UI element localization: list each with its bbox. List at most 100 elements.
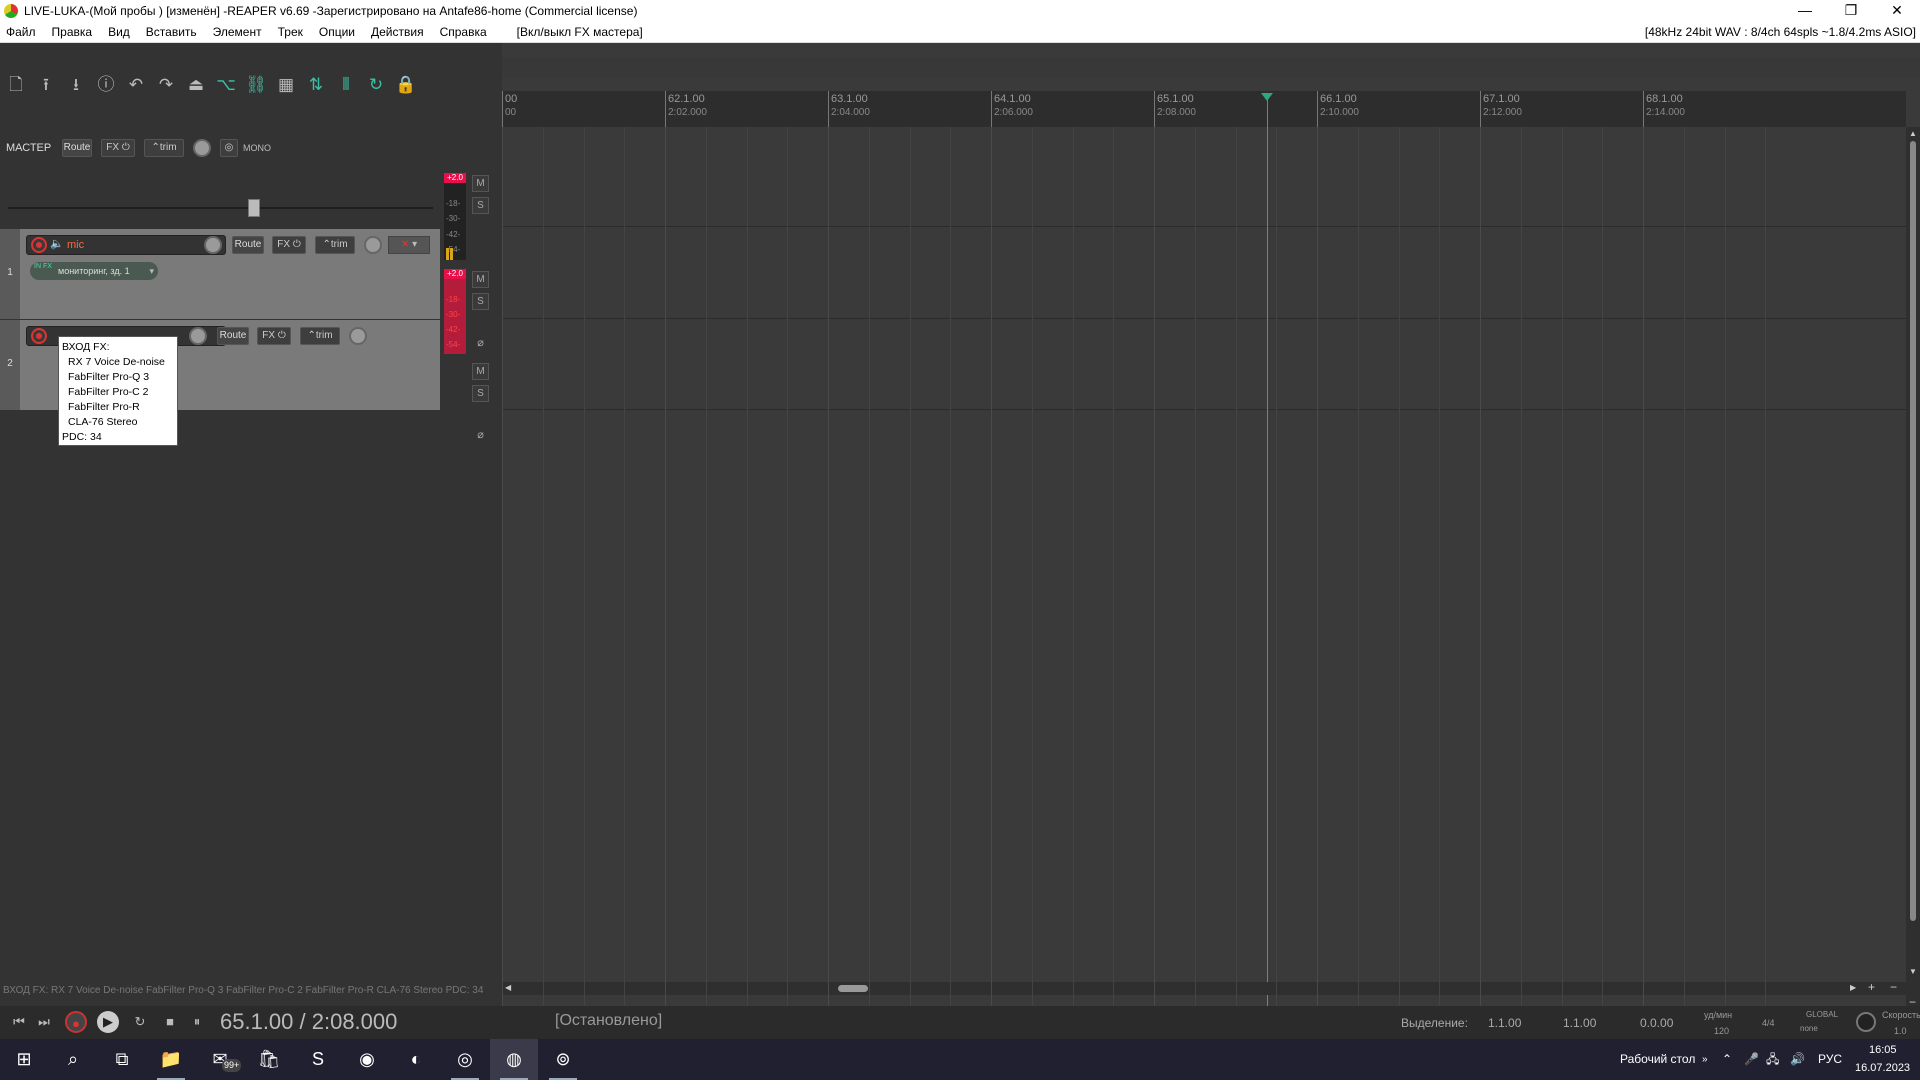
track-2-mute-button[interactable]: M: [472, 363, 489, 380]
playrate-knob[interactable]: [1856, 1012, 1876, 1032]
menu-help[interactable]: Справка: [432, 25, 495, 39]
master-solo-button[interactable]: S: [472, 197, 489, 214]
bpm-value[interactable]: 120: [1714, 1026, 1729, 1036]
item-grouping-icon[interactable]: ⛓: [244, 73, 268, 97]
store-icon[interactable]: 🛍: [245, 1039, 293, 1080]
skype-icon[interactable]: S: [294, 1039, 342, 1080]
desktop-toolbar-label[interactable]: Рабочий стол: [1620, 1039, 1695, 1080]
play-button[interactable]: ▶: [97, 1011, 119, 1033]
phase-invert-icon[interactable]: ⌀: [474, 337, 487, 350]
track-pan-knob[interactable]: [349, 327, 367, 345]
track-trim-button[interactable]: ⌃trim: [315, 236, 355, 254]
new-project-icon[interactable]: 🗋: [4, 73, 28, 97]
microphone-icon[interactable]: 🎤: [1744, 1039, 1759, 1080]
tray-expand-icon[interactable]: ⌃: [1722, 1039, 1732, 1080]
track-1-peak-readout[interactable]: +2.0: [444, 269, 466, 279]
track-1-solo-button[interactable]: S: [472, 293, 489, 310]
edit-cursor[interactable]: [1261, 93, 1273, 1008]
track-lanes[interactable]: [502, 127, 1906, 1007]
scroll-right-icon[interactable]: ▶: [1850, 983, 1856, 992]
chrome-icon[interactable]: ◎: [441, 1039, 489, 1080]
edge-icon[interactable]: ◐: [392, 1039, 440, 1080]
scroll-down-icon[interactable]: ▼: [1909, 967, 1917, 976]
horizontal-scroll-thumb[interactable]: [838, 985, 868, 992]
network-icon[interactable]: 🖧: [1766, 1039, 1779, 1080]
master-track[interactable]: МАСТЕР Route FX ⏻ ⌃trim ◎ MONO +2.0 -18-…: [0, 127, 502, 260]
master-meter[interactable]: +2.0 -18- -30- -42- -54-: [444, 173, 466, 260]
grid-icon[interactable]: ▦: [274, 73, 298, 97]
project-info-icon[interactable]: ⓘ: [94, 73, 118, 97]
scroll-left-icon[interactable]: ◀: [505, 983, 511, 992]
track-volume-knob[interactable]: [189, 327, 207, 345]
master-fx-button[interactable]: FX ⏻: [101, 139, 135, 157]
track-trim-button[interactable]: ⌃trim: [300, 327, 340, 345]
clock-time[interactable]: 16:05: [1869, 1041, 1897, 1059]
open-project-icon[interactable]: ⭱: [34, 73, 58, 97]
input-fx-chip[interactable]: IN FX мониторинг, зд. 1 ▾: [30, 262, 158, 280]
minimize-button[interactable]: —: [1782, 0, 1828, 22]
master-mono-toggle[interactable]: ◎: [220, 139, 238, 157]
menu-edit[interactable]: Правка: [44, 25, 101, 39]
track-number[interactable]: 1: [0, 229, 20, 319]
selection-start[interactable]: 1.1.00: [1488, 1016, 1521, 1030]
master-mute-button[interactable]: M: [472, 175, 489, 192]
playrate-value[interactable]: 1.0: [1894, 1026, 1907, 1036]
menu-item[interactable]: Элемент: [205, 25, 270, 39]
master-volume-fader[interactable]: [8, 199, 433, 217]
track-route-button[interactable]: Route: [217, 327, 249, 345]
speaker-icon[interactable]: 🔈: [50, 237, 64, 250]
menu-view[interactable]: Вид: [100, 25, 138, 39]
menu-track[interactable]: Трек: [270, 25, 311, 39]
master-trim-button[interactable]: ⌃trim: [144, 139, 184, 157]
zoom-in-horizontal-icon[interactable]: +: [1868, 980, 1875, 994]
track-number[interactable]: 2: [0, 320, 20, 410]
playback-position[interactable]: 65.1.00 / 2:08.000: [220, 1009, 397, 1035]
vertical-scroll-thumb[interactable]: [1910, 141, 1916, 921]
track-fx-button[interactable]: FX ⏻: [257, 327, 291, 345]
maximize-button[interactable]: ❐: [1828, 0, 1874, 22]
volume-icon[interactable]: 🔊: [1790, 1039, 1805, 1080]
time-signature[interactable]: 4/4: [1762, 1018, 1775, 1028]
audio-device-status[interactable]: [48kHz 24bit WAV : 8/4ch 64spls ~1.8/4.2…: [1645, 25, 1916, 39]
horizontal-scrollbar[interactable]: ◀ ▶ + −: [502, 980, 1920, 995]
selection-end[interactable]: 1.1.00: [1563, 1016, 1596, 1030]
language-indicator[interactable]: РУС: [1818, 1039, 1842, 1080]
master-pan-knob[interactable]: [193, 139, 211, 157]
track-1-meter[interactable]: +2.0 -18- -30- -42- -54-: [444, 269, 466, 354]
track-fx-button[interactable]: FX ⏻: [272, 236, 306, 254]
track-pan-knob[interactable]: [364, 236, 382, 254]
fx-master-toggle[interactable]: [Вкл/выкл FX мастера]: [509, 25, 651, 39]
menu-file[interactable]: Файл: [0, 25, 44, 39]
master-peak-readout[interactable]: +2.0: [444, 173, 466, 183]
zoom-out-horizontal-icon[interactable]: −: [1890, 980, 1897, 994]
reaper-icon[interactable]: ◍: [490, 1039, 538, 1080]
global-mode[interactable]: none: [1800, 1024, 1818, 1033]
repeat-toggle-button[interactable]: ↻: [129, 1011, 151, 1033]
snap-icon[interactable]: ⦀: [334, 73, 358, 97]
master-fader-thumb[interactable]: [248, 199, 260, 217]
stop-button[interactable]: ■: [159, 1011, 181, 1033]
metronome-icon[interactable]: ⏏: [184, 73, 208, 97]
track-volume-knob[interactable]: [204, 236, 222, 254]
scroll-up-icon[interactable]: ▲: [1909, 129, 1917, 138]
auto-crossfade-icon[interactable]: ⇅: [304, 73, 328, 97]
task-view-icon[interactable]: ⧉: [98, 1039, 146, 1080]
file-explorer-icon[interactable]: 📁: [147, 1039, 195, 1080]
record-arm-button[interactable]: [31, 328, 47, 344]
track-1-mute-button[interactable]: M: [472, 271, 489, 288]
record-button[interactable]: ●: [65, 1011, 87, 1033]
vertical-scrollbar[interactable]: ▲ ▼ + −: [1906, 127, 1920, 1009]
go-to-start-button[interactable]: ⏮: [8, 1011, 30, 1033]
ripple-edit-icon[interactable]: ⌥: [214, 73, 238, 97]
track-1[interactable]: 1 🔈 mic Route FX ⏻ ⌃trim ✕ ▾ IN FX монит…: [0, 229, 440, 319]
arrange-view[interactable]: ▲ ▼ + − ◀ ▶ + − 00 00 62.1.00 2:02.000 63.1.…: [502, 43, 1920, 1009]
chevron-right-icon[interactable]: »: [1702, 1039, 1708, 1080]
selection-length[interactable]: 0.0.00: [1640, 1016, 1673, 1030]
track-fx-bypass-button[interactable]: ✕ ▾: [388, 236, 430, 254]
save-project-icon[interactable]: ⭳: [64, 73, 88, 97]
discord-icon[interactable]: ◉: [343, 1039, 391, 1080]
windows-start-icon[interactable]: ⊞: [0, 1039, 48, 1080]
menu-options[interactable]: Опции: [311, 25, 363, 39]
clock-date[interactable]: 16.07.2023: [1855, 1059, 1910, 1077]
playhead-marker-icon[interactable]: [1261, 93, 1273, 101]
